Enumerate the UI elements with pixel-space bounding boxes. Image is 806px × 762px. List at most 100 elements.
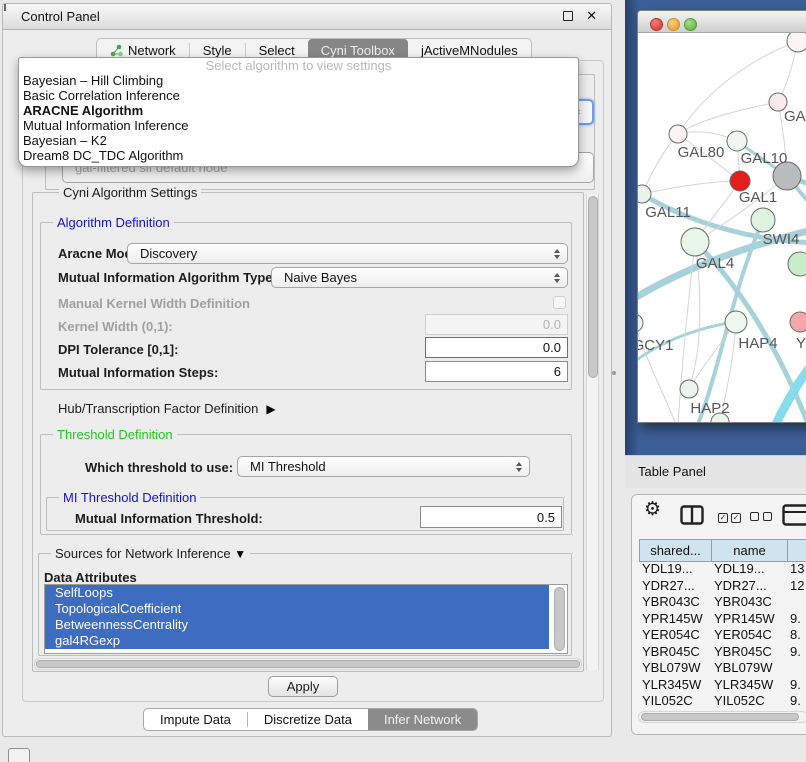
network-node[interactable] <box>790 312 806 332</box>
table-cell: 9. <box>787 644 806 661</box>
table-row[interactable]: YBL079WYBL079W <box>639 660 806 677</box>
settings-horizontal-scrollbar-thumb[interactable] <box>36 660 580 668</box>
sources-legend[interactable]: Sources for Network Inference ▼ <box>51 546 250 561</box>
minimize-traffic-light[interactable] <box>667 18 680 31</box>
network-node-label: GAL4 <box>696 255 734 272</box>
tab-jactivemnodules-label: jActiveMNodules <box>421 43 518 58</box>
table-cell: YLR345W <box>711 677 787 694</box>
network-node[interactable] <box>638 185 651 203</box>
data-attributes-label: Data Attributes <box>44 570 137 585</box>
mi-steps-field[interactable]: 6 <box>425 361 568 382</box>
tab-discretize-data-label: Discretize Data <box>264 712 352 727</box>
network-window-titlebar[interactable] <box>638 11 806 33</box>
table-column-header[interactable]: A <box>788 540 806 561</box>
network-node[interactable] <box>730 171 750 191</box>
table-row[interactable]: YPR145WYPR145W9. <box>639 611 806 628</box>
mi-threshold-definition-legend: MI Threshold Definition <box>59 490 200 505</box>
network-node[interactable] <box>680 380 698 398</box>
zoom-traffic-light[interactable] <box>684 18 697 31</box>
settings-vertical-scrollbar-thumb[interactable] <box>588 196 598 378</box>
kernel-width-value: 0.0 <box>543 317 561 332</box>
network-node[interactable] <box>751 208 775 232</box>
table-row[interactable]: YDL19...YDL19...13 <box>639 561 806 578</box>
network-node[interactable] <box>681 228 709 256</box>
table-cell: YBR043C <box>639 594 711 611</box>
network-view-window[interactable]: GALGAL80GAL10GAL1GAL11SWI4GAL4GCY1HAP4YH… <box>637 10 806 423</box>
network-edge[interactable] <box>642 181 740 194</box>
table-header-row[interactable]: shared...nameA <box>639 539 806 562</box>
network-node[interactable] <box>787 33 806 52</box>
network-graph-canvas[interactable]: GALGAL80GAL10GAL1GAL11SWI4GAL4GCY1HAP4YH… <box>638 33 806 423</box>
gear-icon[interactable]: ⚙ <box>644 499 661 521</box>
float-window-icon[interactable] <box>563 11 573 21</box>
network-node-label: HAP2 <box>690 400 729 417</box>
table-horizontal-scrollbar[interactable] <box>638 711 806 723</box>
network-node[interactable] <box>669 125 687 143</box>
algorithm-option[interactable]: Dream8 DC_TDC Algorithm <box>19 148 578 163</box>
network-node[interactable] <box>788 252 806 276</box>
attribute-list-item[interactable]: TopologicalCoefficient <box>45 601 549 617</box>
network-edge[interactable] <box>678 102 778 134</box>
network-node[interactable] <box>725 311 747 333</box>
manual-kernel-checkbox[interactable] <box>553 296 566 309</box>
table-row[interactable]: YIL052CYIL052C9. <box>639 693 806 710</box>
cyni-settings-legend: Cyni Algorithm Settings <box>59 185 201 200</box>
algorithm-definition-legend: Algorithm Definition <box>53 215 174 230</box>
dpi-tolerance-field[interactable]: 0.0 <box>425 337 568 358</box>
aracne-mode-combo[interactable]: Discovery <box>127 243 568 264</box>
mi-steps-label: Mutual Information Steps: <box>58 365 218 380</box>
apply-button[interactable]: Apply <box>268 676 338 697</box>
splitter-handle[interactable] <box>612 371 616 375</box>
table-column-header[interactable]: name <box>712 540 788 561</box>
network-edge[interactable] <box>678 41 798 134</box>
table-row[interactable]: YBR045CYBR045C9. <box>639 644 806 661</box>
algorithm-option[interactable]: Bayesian – K2 <box>19 133 578 148</box>
settings-vertical-scrollbar[interactable] <box>586 194 599 670</box>
tab-impute-data-label: Impute Data <box>160 712 231 727</box>
algorithm-option[interactable]: Bayesian – Hill Climbing <box>19 73 578 88</box>
network-node[interactable] <box>638 314 643 332</box>
data-attributes-list[interactable]: SelfLoopsTopologicalCoefficientBetweenne… <box>44 584 568 654</box>
table-function-icon[interactable] <box>782 504 806 526</box>
attribute-list-item[interactable]: BetweennessCentrality <box>45 617 549 633</box>
attribute-list-item[interactable]: gal4RGexp <box>45 633 549 649</box>
mi-type-combo[interactable]: Naive Bayes <box>271 267 568 288</box>
network-node-label: GAL1 <box>739 189 777 206</box>
tab-impute-data[interactable]: Impute Data <box>144 709 247 730</box>
which-threshold-combo[interactable]: MI Threshold <box>237 456 530 477</box>
kernel-width-field[interactable]: 0.0 <box>425 314 568 335</box>
attribute-list-item[interactable]: SelfLoops <box>45 585 549 601</box>
hub-tf-definition-toggle[interactable]: Hub/Transcription Factor Definition ▶ <box>58 401 276 416</box>
algorithm-option[interactable]: Mutual Information Inference <box>19 118 578 133</box>
algorithm-dropdown-popup: Select algorithm to view settings Bayesi… <box>18 57 579 167</box>
control-panel-titlebar[interactable]: Control Panel ✕ <box>3 4 611 30</box>
checked-columns-icon[interactable]: ✓✓ <box>718 508 741 523</box>
algorithm-option[interactable]: ARACNE Algorithm <box>19 103 578 118</box>
table-column-header[interactable]: shared... <box>640 540 712 561</box>
mi-steps-value: 6 <box>554 364 561 379</box>
columns-icon[interactable] <box>680 505 704 525</box>
tab-infer-network[interactable]: Infer Network <box>368 709 477 730</box>
table-row[interactable]: YER054CYER054C8. <box>639 627 806 644</box>
table-row[interactable]: YDR27...YDR27...12 <box>639 578 806 595</box>
close-icon[interactable]: ✕ <box>586 8 597 24</box>
table-horizontal-scrollbar-thumb[interactable] <box>641 713 799 721</box>
mi-threshold-field[interactable]: 0.5 <box>420 506 562 528</box>
tab-discretize-data[interactable]: Discretize Data <box>248 709 368 730</box>
table-row[interactable]: YLR345WYLR345W9. <box>639 677 806 694</box>
network-node[interactable] <box>727 131 747 151</box>
network-edge[interactable] <box>642 134 678 194</box>
settings-horizontal-scrollbar[interactable] <box>34 658 582 670</box>
table-panel-titlebar[interactable]: Table Panel <box>625 455 806 488</box>
table-cell: YBL079W <box>639 660 711 677</box>
unchecked-columns-icon[interactable] <box>750 509 772 524</box>
close-traffic-light[interactable] <box>650 18 663 31</box>
window-edge-artifact <box>4 4 6 11</box>
algorithm-option[interactable]: Basic Correlation Inference <box>19 88 578 103</box>
table-row[interactable]: YBR043CYBR043C <box>639 594 806 611</box>
network-node-label: HAP4 <box>738 335 777 352</box>
table-cell: YDR27... <box>711 578 787 595</box>
table-cell: YBR045C <box>639 644 711 661</box>
attributes-scrollbar-thumb[interactable] <box>554 587 565 651</box>
minimized-panel-icon[interactable] <box>8 748 30 762</box>
